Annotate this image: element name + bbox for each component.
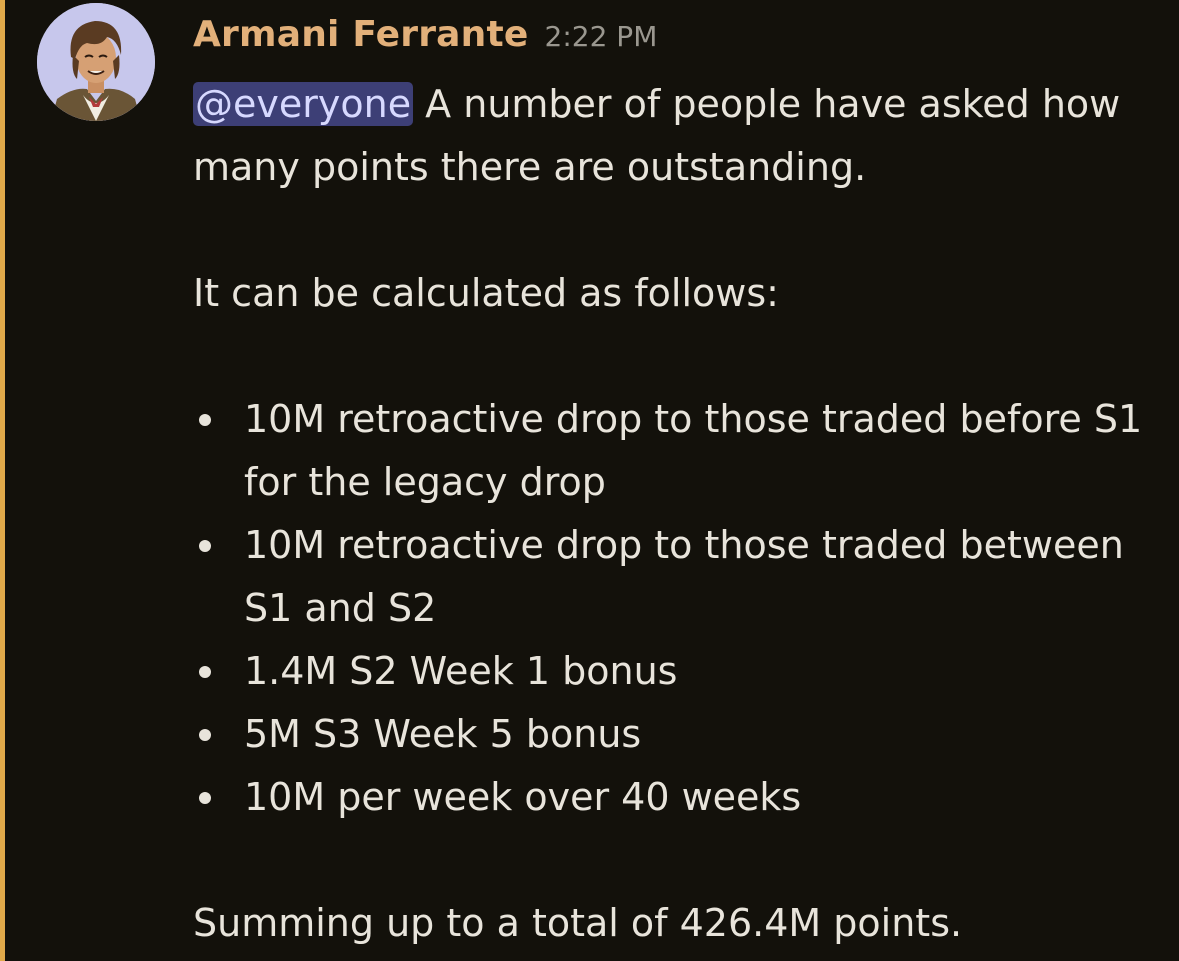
- list-item: 10M per week over 40 weeks: [193, 766, 1163, 829]
- author-name[interactable]: Armani Ferrante: [193, 14, 529, 55]
- points-breakdown-list: 10M retroactive drop to those traded bef…: [193, 388, 1163, 829]
- mention-highlight-bar: [0, 0, 5, 961]
- list-item: 5M S3 Week 5 bonus: [193, 703, 1163, 766]
- message-content: @everyone A number of people have asked …: [193, 73, 1163, 955]
- intro-paragraph: @everyone A number of people have asked …: [193, 73, 1163, 199]
- list-item-text: 1.4M S2 Week 1 bonus: [244, 649, 678, 693]
- bullet-dot-icon: [199, 666, 211, 678]
- list-item-text: 5M S3 Week 5 bonus: [244, 712, 642, 756]
- list-item: 10M retroactive drop to those traded bef…: [193, 388, 1163, 514]
- everyone-mention[interactable]: @everyone: [193, 82, 414, 126]
- calculation-intro: It can be calculated as follows:: [193, 271, 779, 315]
- list-item-text: 10M per week over 40 weeks: [244, 775, 802, 819]
- message-header: Armani Ferrante 2:22 PM: [193, 14, 657, 55]
- message-timestamp[interactable]: 2:22 PM: [545, 20, 658, 53]
- bullet-dot-icon: [199, 540, 211, 552]
- list-item: 10M retroactive drop to those traded bet…: [193, 514, 1163, 640]
- list-item-text: 10M retroactive drop to those traded bet…: [244, 523, 1124, 630]
- avatar-illustration-icon: [37, 3, 155, 121]
- user-avatar[interactable]: [37, 3, 155, 121]
- summary-paragraph: Summing up to a total of 426.4M points.: [193, 901, 963, 945]
- bullet-dot-icon: [199, 729, 211, 741]
- list-item-text: 10M retroactive drop to those traded bef…: [244, 397, 1143, 504]
- bullet-dot-icon: [199, 414, 211, 426]
- bullet-dot-icon: [199, 792, 211, 804]
- list-item: 1.4M S2 Week 1 bonus: [193, 640, 1163, 703]
